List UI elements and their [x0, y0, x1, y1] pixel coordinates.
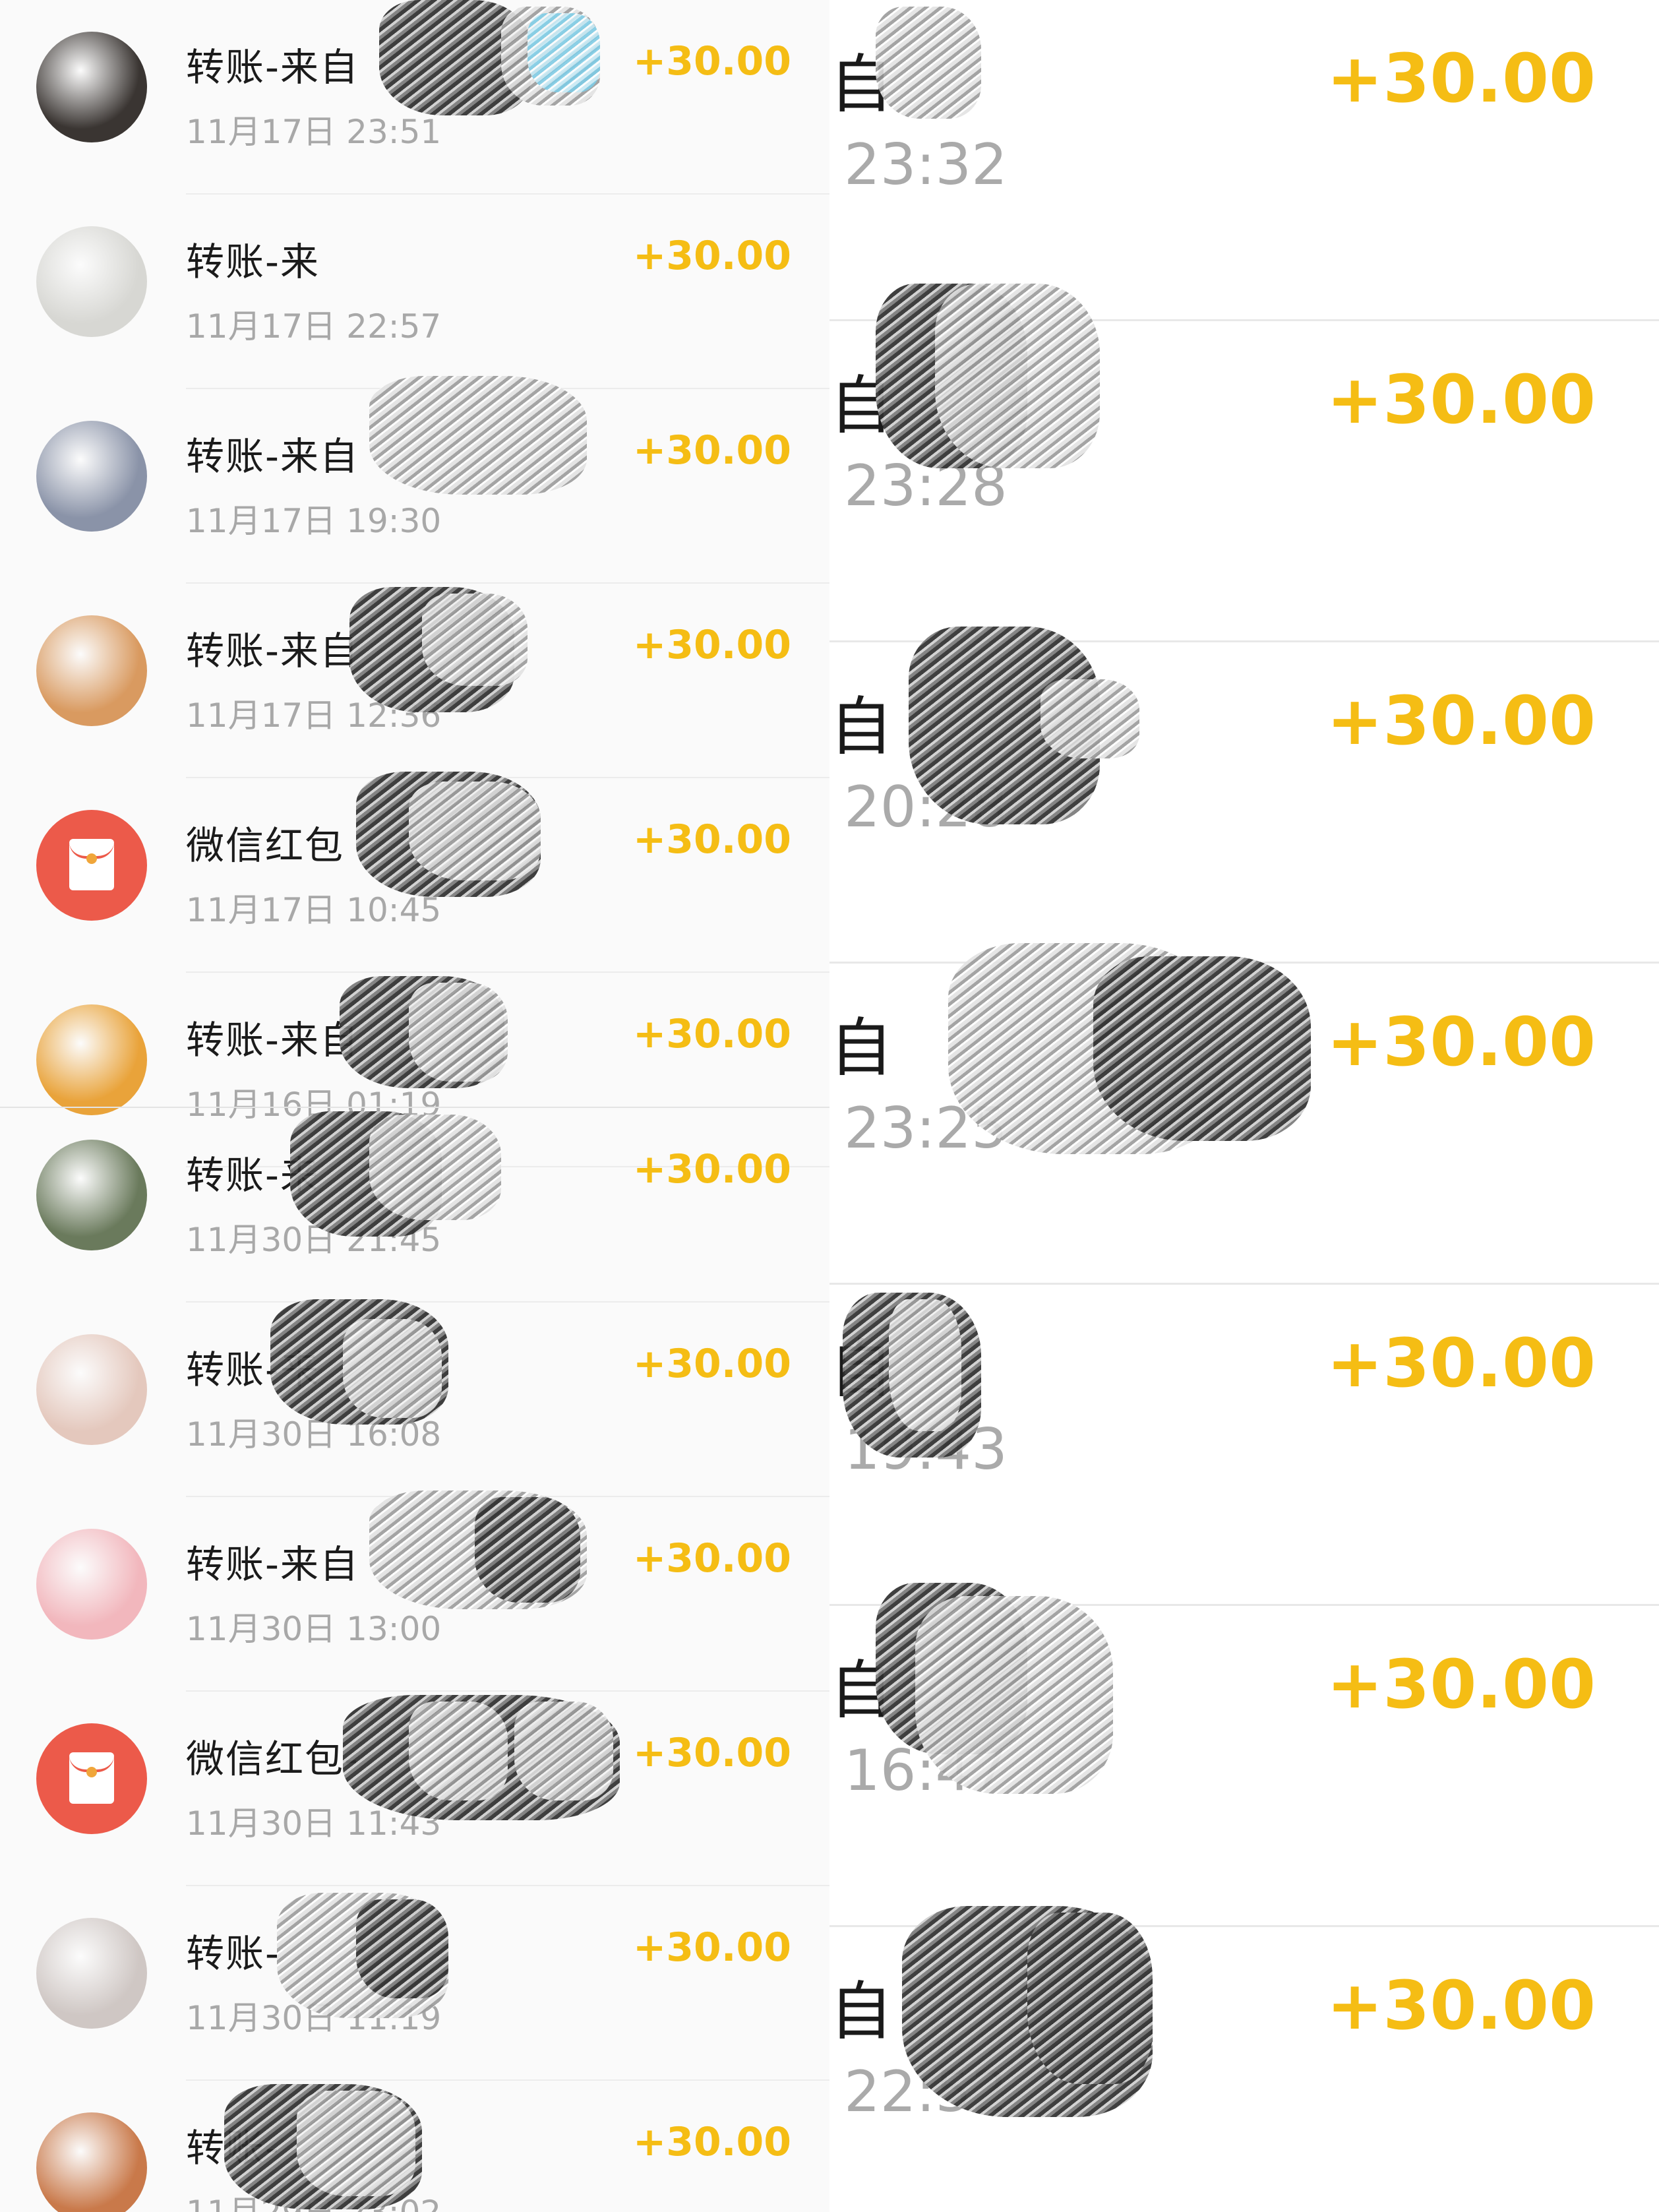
transaction-amount: +30.00 — [1326, 1003, 1596, 1082]
right-transaction-list: 自 23:32 +30.00 自 23:28 +30.00 自 20:28 +30.00 自 23:… — [830, 0, 1659, 2212]
redaction-scribble — [422, 594, 528, 686]
redaction-scribble — [514, 1702, 613, 1800]
sunset-avatar — [36, 2112, 147, 2212]
dog-avatar — [36, 1918, 147, 2029]
transaction-amount: +30.00 — [1326, 1645, 1596, 1724]
redaction-scribble — [369, 376, 587, 495]
transaction-title: 转账-来自 — [186, 629, 359, 673]
transaction-title: 微信红包 — [186, 823, 345, 868]
transaction-amount: +30.00 — [632, 1011, 791, 1057]
redaction-scribble — [1041, 679, 1139, 758]
transaction-title: 转账-来自 — [186, 434, 359, 479]
transaction-time: 11月17日 19:30 — [186, 502, 442, 540]
transaction-amount: +30.00 — [1326, 1324, 1596, 1403]
smiley-avatar — [36, 226, 147, 337]
redaction-scribble — [1093, 956, 1311, 1141]
transaction-amount: +30.00 — [632, 38, 791, 84]
transaction-time: 11月30日 13:00 — [186, 1610, 442, 1648]
redaction-scribble — [369, 1115, 501, 1220]
transaction-title: 自 — [830, 1975, 893, 2048]
transaction-title: 自 — [830, 690, 893, 764]
redaction-scribble — [297, 2091, 415, 2196]
red-packet-seal — [86, 853, 97, 864]
transaction-amount: +30.00 — [632, 1341, 791, 1387]
screenshot-seam — [0, 1107, 830, 1108]
transaction-amount: +30.00 — [1326, 1967, 1596, 2045]
list-item[interactable]: 转账-来 11月17日 22:57 +30.00 — [0, 195, 830, 389]
redaction-scribble — [475, 1497, 580, 1603]
transaction-amount: +30.00 — [1326, 40, 1596, 118]
cartoon-girl-avatar — [36, 1529, 147, 1640]
transaction-title: 转账-来自 — [186, 45, 359, 90]
transaction-title: 转账- — [186, 1931, 280, 1976]
transaction-amount: +30.00 — [1326, 682, 1596, 760]
photo-avatar — [36, 421, 147, 532]
transaction-amount: +30.00 — [632, 1924, 791, 1971]
transaction-amount: +30.00 — [632, 816, 791, 863]
transaction-amount: +30.00 — [632, 622, 791, 668]
transaction-amount: +30.00 — [632, 1535, 791, 1582]
redaction-scribble — [935, 284, 1100, 468]
anime-avatar — [36, 32, 147, 142]
sunset-avatar — [36, 1004, 147, 1115]
transaction-amount: +30.00 — [632, 1730, 791, 1776]
redaction-scribble — [889, 1299, 961, 1431]
transaction-title: 转账-来自 — [186, 1018, 359, 1062]
redaction-scribble — [528, 13, 600, 92]
redaction-scribble — [915, 1596, 1113, 1794]
transaction-time: 11月17日 22:57 — [186, 307, 442, 346]
redaction-scribble — [409, 1702, 508, 1800]
transaction-time: 11月17日 23:51 — [186, 113, 442, 151]
transaction-amount: +30.00 — [632, 1146, 791, 1192]
transaction-title: 转账-来自 — [186, 1542, 359, 1587]
redaction-scribble — [356, 1899, 448, 1998]
transaction-amount: +30.00 — [632, 427, 791, 474]
transaction-time: 23:32 — [844, 132, 1008, 198]
sunset-avatar — [36, 615, 147, 726]
redaction-scribble — [409, 983, 508, 1082]
left-transaction-list: 转账-来自 11月17日 23:51 +30.00 转账-来 11月17日 22:57 +… — [0, 0, 830, 2212]
red-packet-seal — [86, 1767, 97, 1777]
transaction-title: 微信红包- — [186, 1736, 359, 1781]
hand-avatar — [36, 1334, 147, 1445]
girl-avatar — [36, 1140, 147, 1250]
transaction-amount: +30.00 — [1326, 361, 1596, 439]
redaction-scribble — [409, 782, 541, 880]
redaction-scribble — [1027, 1913, 1153, 2084]
redaction-scribble — [876, 7, 981, 119]
red-packet-icon — [36, 810, 147, 921]
transaction-amount: +30.00 — [632, 2119, 791, 2165]
transaction-amount: +30.00 — [632, 233, 791, 279]
transaction-title: 转账-来 — [186, 239, 320, 284]
transaction-title: 自 — [830, 1011, 893, 1085]
redaction-scribble — [343, 1319, 442, 1418]
red-packet-icon — [36, 1723, 147, 1834]
